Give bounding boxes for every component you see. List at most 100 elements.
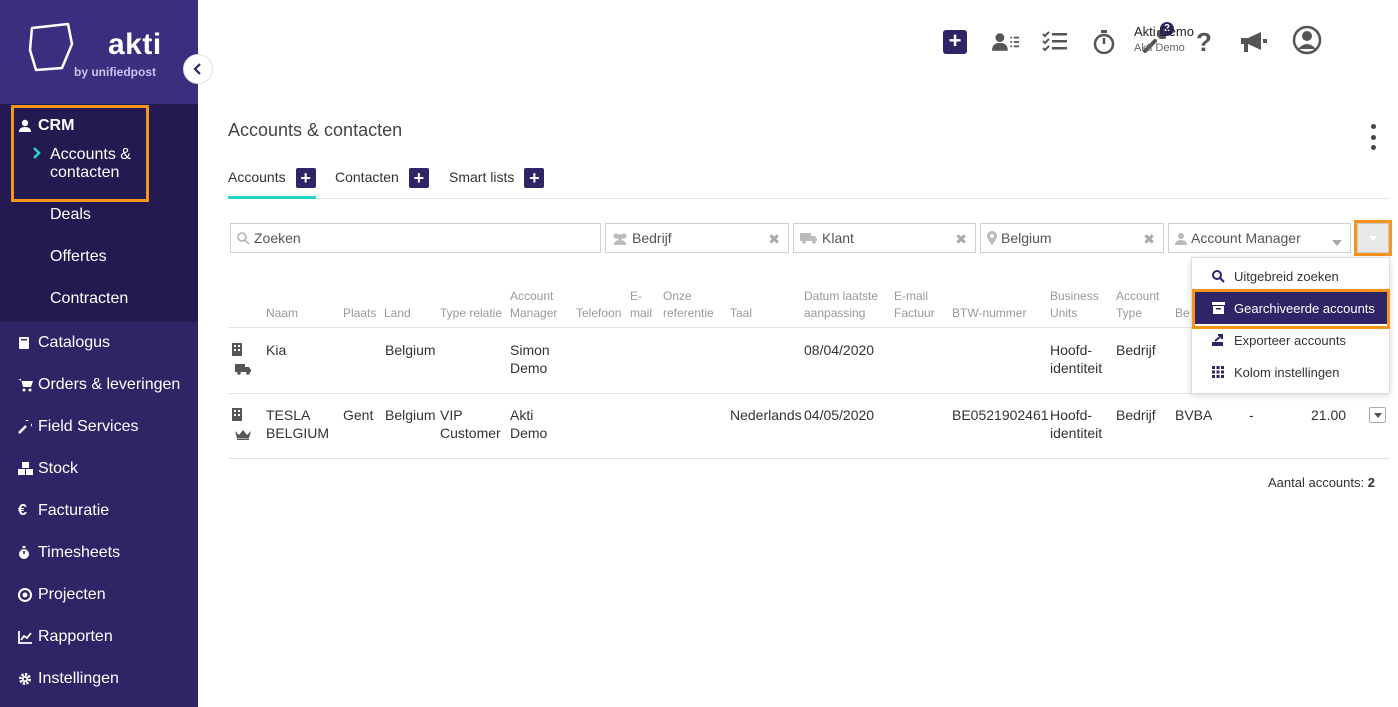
sidebar: akti by unifiedpost CRM Accounts & conta…	[0, 0, 213, 707]
grid-icon	[1212, 366, 1234, 378]
clear-icon[interactable]: ✖	[1143, 231, 1155, 248]
contacts-list-icon	[992, 33, 1020, 51]
sidebar-item-facturatie[interactable]: € Facturatie	[0, 490, 198, 532]
export-icon	[1212, 333, 1234, 347]
sidebar-item-field-services[interactable]: Field Services	[0, 406, 198, 448]
sidebar-item-label: Projecten	[38, 586, 106, 603]
col-email[interactable]: E- mail	[630, 288, 652, 322]
building-icon	[232, 343, 242, 356]
gear-icon	[18, 672, 38, 686]
cell-dash: -	[1249, 407, 1254, 423]
chart-icon	[18, 630, 38, 644]
map-marker-icon	[987, 231, 997, 245]
announcements-button[interactable]	[1238, 28, 1270, 56]
cell-amount: 21.00	[1311, 407, 1347, 423]
col-account-manager[interactable]: Account Manager	[510, 288, 557, 322]
dot	[1370, 145, 1376, 150]
options-dropdown-button[interactable]	[1357, 223, 1389, 253]
cell-account-type: Bedrijf	[1116, 342, 1156, 358]
tab-contacten[interactable]: Contacten +	[335, 166, 429, 199]
cell-line: Hoofd-	[1050, 342, 1093, 358]
crown-icon	[235, 430, 251, 440]
col-email-factuur[interactable]: E-mail Factuur	[894, 288, 935, 322]
sidebar-item-orders[interactable]: Orders & leveringen	[0, 364, 198, 406]
sidebar-item-crm[interactable]: CRM	[0, 104, 198, 144]
col-bedrijfsvorm[interactable]: Be	[1175, 305, 1190, 322]
cell-account-manager: Simon Demo	[510, 341, 550, 377]
cell-business-units: Hoofd- identiteit	[1050, 341, 1102, 377]
clear-icon[interactable]: ✖	[768, 231, 780, 248]
clear-icon[interactable]: ✖	[955, 231, 967, 248]
tasks-button[interactable]	[1041, 28, 1069, 56]
page-title: Accounts & contacten	[228, 120, 403, 140]
cell-account-type: Bedrijf	[1116, 407, 1156, 423]
more-options-button[interactable]	[1368, 124, 1378, 150]
col-land[interactable]: Land	[384, 305, 411, 322]
sidebar-item-projecten[interactable]: Projecten	[0, 574, 198, 616]
book-icon	[18, 336, 38, 350]
col-datum-laatste-aanpassing[interactable]: Datum laatste aanpassing	[804, 288, 878, 322]
cell-line: identiteit	[1050, 425, 1103, 441]
col-label-line1: Account	[510, 289, 554, 303]
sidebar-item-accounts-contacten[interactable]: Accounts & contacten	[0, 144, 198, 194]
timer-button[interactable]	[1090, 28, 1118, 56]
cell-line: Kia	[266, 342, 287, 358]
sidebar-item-label: Orders & leveringen	[38, 376, 181, 393]
sidebar-item-contracten[interactable]: Contracten	[0, 278, 198, 320]
col-taal[interactable]: Taal	[730, 305, 752, 322]
sidebar-collapse-button[interactable]	[183, 54, 213, 84]
checklist-icon	[1042, 31, 1067, 52]
sidebar-item-timesheets[interactable]: Timesheets	[0, 532, 198, 574]
row-actions-button[interactable]	[1369, 407, 1386, 423]
col-label-line2: mail	[630, 306, 653, 320]
sidebar-item-deals[interactable]: Deals	[0, 194, 198, 236]
account-manager-filter[interactable]: Account Manager	[1168, 223, 1351, 253]
col-label-line1: E-	[630, 289, 642, 303]
add-contact-icon[interactable]: +	[408, 168, 429, 188]
sidebar-item-instellingen[interactable]: Instellingen	[0, 658, 198, 700]
sidebar-item-offertes[interactable]: Offertes	[0, 236, 198, 278]
menu-item-uitgebreid-zoeken[interactable]: Uitgebreid zoeken	[1192, 260, 1389, 292]
country-filter[interactable]: Belgium ✖	[980, 223, 1164, 253]
sidebar-item-stock[interactable]: Stock	[0, 448, 198, 490]
cell-account-manager: Akti Demo	[510, 406, 547, 442]
contacts-list-button[interactable]	[992, 28, 1020, 56]
cell-line: Demo	[510, 425, 548, 441]
user-icon	[18, 119, 38, 133]
cell-naam[interactable]: Kia	[266, 341, 286, 359]
add-account-icon[interactable]: +	[295, 168, 316, 188]
col-onze-referentie[interactable]: Onze referentie	[663, 288, 714, 322]
count-label: Aantal accounts:	[1268, 475, 1365, 490]
user-name[interactable]: Akti Demo	[1134, 24, 1194, 39]
user-circle-icon	[1292, 25, 1322, 55]
menu-item-exporteer-accounts[interactable]: Exporteer accounts	[1192, 324, 1389, 356]
sidebar-item-catalogus[interactable]: Catalogus	[0, 322, 198, 364]
account-manager-filter-label: Account Manager	[1191, 230, 1301, 246]
sidebar-item-rapporten[interactable]: Rapporten	[0, 616, 198, 658]
col-account-type[interactable]: Account Type	[1116, 288, 1159, 322]
caret-down-icon	[1373, 412, 1382, 418]
tab-label: Accounts	[228, 169, 286, 185]
col-naam[interactable]: Naam	[266, 305, 298, 322]
options-menu: Uitgebreid zoeken Gearchiveerde accounts…	[1191, 257, 1390, 394]
add-smart-list-icon[interactable]: +	[524, 168, 545, 188]
brand-sub: by unifiedpost	[74, 65, 156, 79]
col-plaats[interactable]: Plaats	[343, 305, 376, 322]
col-type-relatie[interactable]: Type relatie	[440, 305, 502, 322]
menu-item-kolom-instellingen[interactable]: Kolom instellingen	[1192, 356, 1389, 388]
menu-item-gearchiveerde-accounts[interactable]: Gearchiveerde accounts	[1195, 292, 1388, 324]
col-business-units[interactable]: Business Units	[1050, 288, 1099, 322]
help-button[interactable]: ?	[1190, 27, 1218, 57]
relation-filter[interactable]: Klant ✖	[793, 223, 976, 253]
search-input[interactable]: Zoeken	[230, 223, 601, 253]
quick-add-button[interactable]: +	[941, 28, 969, 56]
col-btw-nummer[interactable]: BTW-nummer	[952, 305, 1026, 322]
truck-icon	[235, 364, 252, 375]
col-telefoon[interactable]: Telefoon	[576, 305, 621, 322]
company-filter[interactable]: Bedrijf ✖	[605, 223, 789, 253]
tab-smart-lists[interactable]: Smart lists +	[449, 166, 545, 199]
tab-accounts[interactable]: Accounts +	[228, 166, 316, 199]
cell-line: Simon	[510, 342, 550, 358]
user-avatar[interactable]	[1292, 25, 1322, 55]
cell-naam[interactable]: TESLA BELGIUM	[266, 406, 329, 442]
